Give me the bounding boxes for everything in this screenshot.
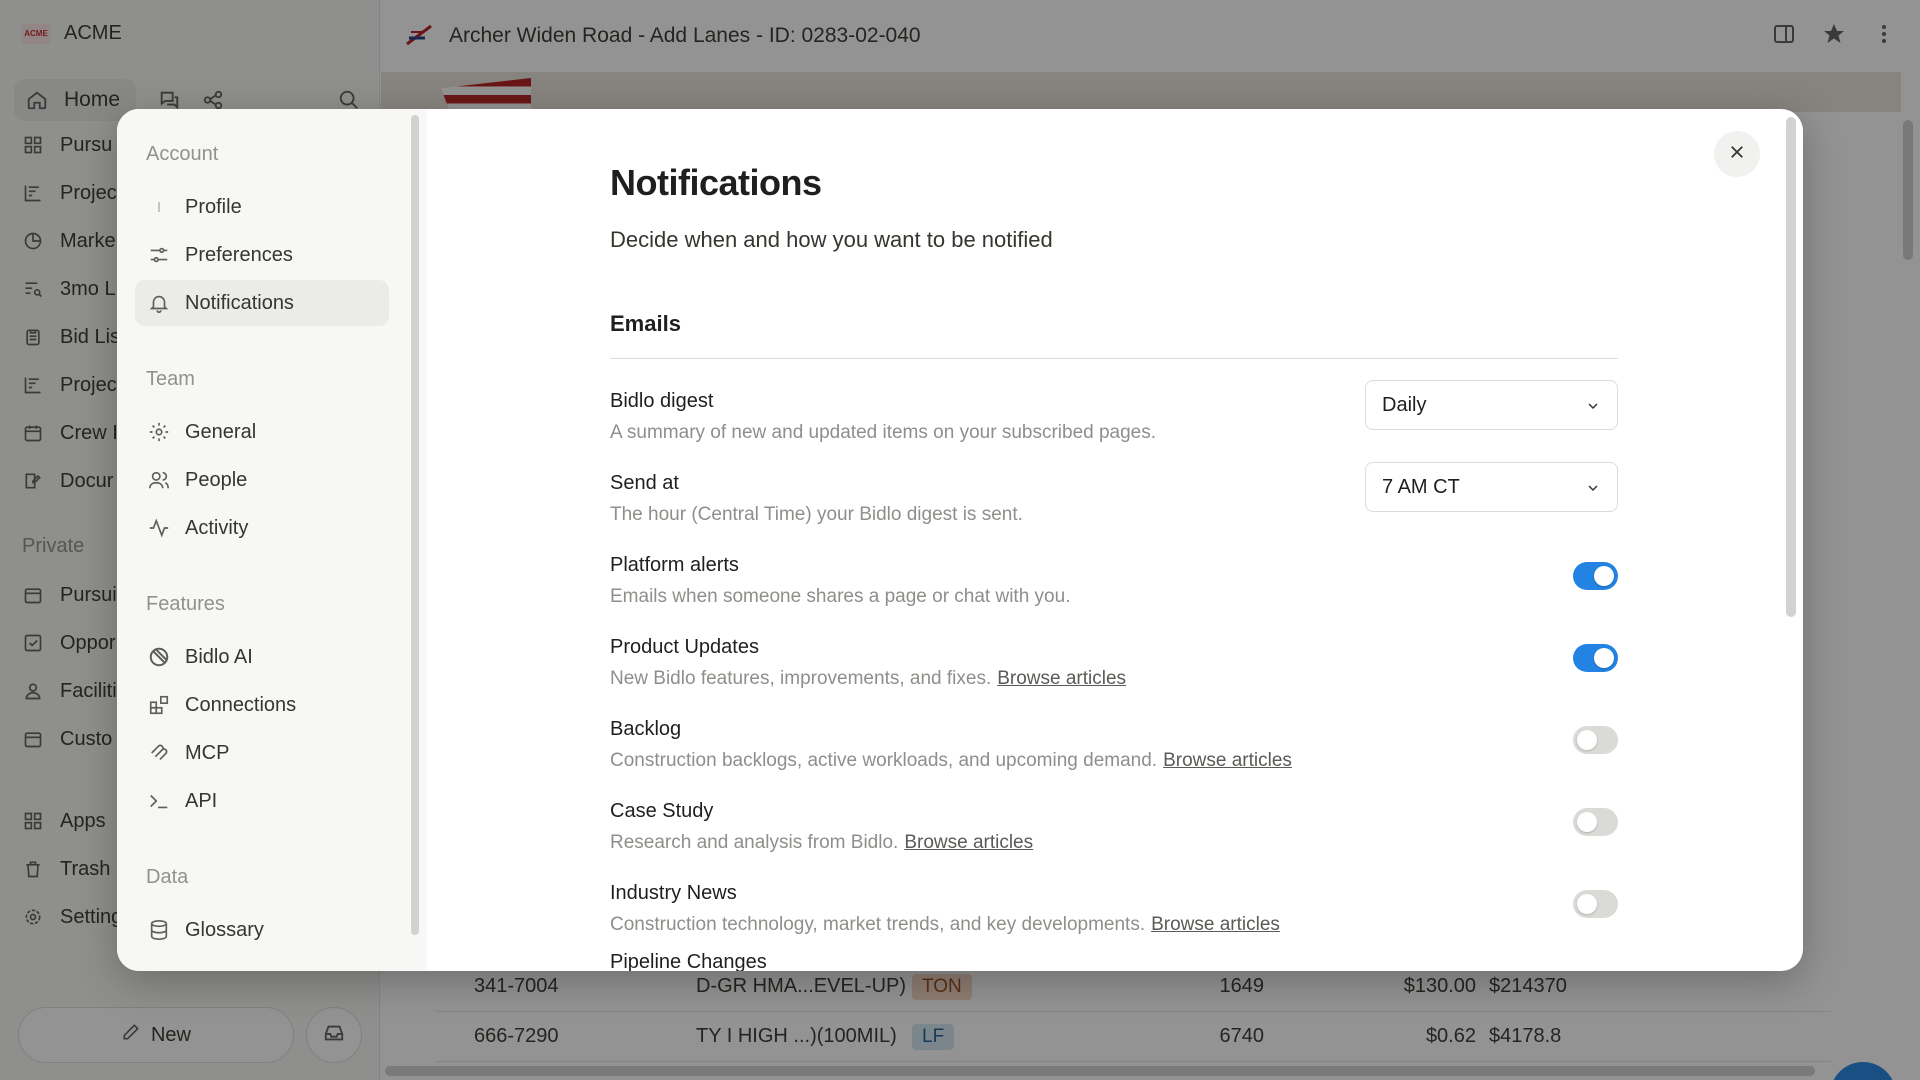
- browse-articles-link[interactable]: Browse articles: [904, 832, 1033, 853]
- close-modal-button[interactable]: [1714, 131, 1760, 177]
- industry-news-toggle[interactable]: [1573, 890, 1618, 918]
- section-heading-emails: Emails: [610, 311, 681, 336]
- case-study-toggle[interactable]: [1573, 808, 1618, 836]
- settings-nav-label: Preferences: [185, 243, 293, 266]
- digest-frequency-select[interactable]: Daily: [1365, 380, 1618, 430]
- toggle-knob: [1577, 812, 1597, 832]
- settings-nav-label: General: [185, 420, 257, 443]
- settings-nav-label: Bidlo AI: [185, 645, 253, 668]
- setting-description: Construction technology, market trends, …: [610, 914, 1146, 935]
- terminal-icon: [147, 789, 171, 813]
- setting-label-pipeline-changes: Pipeline Changes: [610, 951, 767, 971]
- settings-nav-label: API: [185, 789, 218, 812]
- setting-industry-news: Industry News Construction technology, m…: [610, 882, 1618, 952]
- settings-nav-bidlo-ai[interactable]: Bidlo AI: [135, 634, 389, 680]
- setting-description: The hour (Central Time) your Bidlo diges…: [610, 504, 1023, 525]
- settings-nav-general[interactable]: General: [135, 409, 389, 455]
- select-value: Daily: [1382, 393, 1427, 416]
- page-title: Notifications: [610, 162, 822, 203]
- bell-icon: [147, 291, 171, 315]
- settings-section-features: Features: [146, 593, 225, 615]
- setting-description-row: Construction technology, market trends, …: [610, 914, 1280, 936]
- settings-nav-label: Glossary: [185, 918, 264, 941]
- settings-nav-label: Activity: [185, 516, 249, 539]
- chevron-down-icon: [1585, 397, 1601, 420]
- settings-nav-mcp[interactable]: MCP: [135, 730, 389, 776]
- setting-label: Backlog: [610, 718, 682, 740]
- setting-label: Industry News: [610, 882, 737, 904]
- settings-nav-label: People: [185, 468, 248, 491]
- settings-nav-scrollbar[interactable]: [411, 115, 419, 935]
- database-icon: [147, 918, 171, 942]
- settings-section-account: Account: [146, 143, 219, 165]
- page-subtitle: Decide when and how you want to be notif…: [610, 227, 1053, 252]
- ai-icon: [147, 645, 171, 669]
- setting-label: Bidlo digest: [610, 390, 714, 412]
- setting-description: New Bidlo features, improvements, and fi…: [610, 668, 992, 689]
- browse-articles-link[interactable]: Browse articles: [1163, 750, 1292, 771]
- toggle-knob: [1594, 648, 1614, 668]
- browse-articles-link[interactable]: Browse articles: [1151, 914, 1280, 935]
- setting-product-updates: Product Updates New Bidlo features, impr…: [610, 636, 1618, 706]
- settings-nav: Account Profile Preferences Notification…: [117, 109, 427, 971]
- content-scrollbar[interactable]: [1786, 117, 1796, 617]
- settings-nav-people[interactable]: People: [135, 457, 389, 503]
- settings-nav-connections[interactable]: Connections: [135, 682, 389, 728]
- settings-modal: Account Profile Preferences Notification…: [117, 109, 1803, 971]
- settings-nav-api[interactable]: API: [135, 778, 389, 824]
- setting-description-row: New Bidlo features, improvements, and fi…: [610, 668, 1126, 690]
- setting-description: Research and analysis from Bidlo.: [610, 832, 899, 853]
- setting-description-row: Research and analysis from Bidlo. Browse …: [610, 832, 1033, 854]
- settings-nav-preferences[interactable]: Preferences: [135, 232, 389, 278]
- setting-description: A summary of new and updated items on yo…: [610, 422, 1157, 443]
- chevron-down-icon: [1585, 479, 1601, 502]
- setting-label: Case Study: [610, 800, 714, 822]
- profile-icon: [147, 195, 171, 219]
- settings-section-team: Team: [146, 368, 195, 390]
- people-icon: [147, 468, 171, 492]
- settings-nav-label: Connections: [185, 693, 297, 716]
- settings-section-data: Data: [146, 866, 189, 888]
- settings-nav-label: Profile: [185, 195, 242, 218]
- settings-nav-profile[interactable]: Profile: [135, 184, 389, 230]
- setting-description: Emails when someone shares a page or cha…: [610, 586, 1071, 607]
- platform-alerts-toggle[interactable]: [1573, 562, 1618, 590]
- settings-nav-glossary[interactable]: Glossary: [135, 907, 389, 953]
- setting-label: Platform alerts: [610, 554, 739, 576]
- setting-platform-alerts: Platform alerts Emails when someone shar…: [610, 554, 1618, 624]
- browse-articles-link[interactable]: Browse articles: [997, 668, 1126, 689]
- setting-description: Construction backlogs, active workloads,…: [610, 750, 1158, 771]
- toggle-knob: [1594, 566, 1614, 586]
- section-divider: [610, 358, 1618, 359]
- sliders-icon: [147, 243, 171, 267]
- setting-backlog: Backlog Construction backlogs, active wo…: [610, 718, 1618, 788]
- send-time-select[interactable]: 7 AM CT: [1365, 462, 1618, 512]
- settings-nav-label: Notifications: [185, 291, 294, 314]
- mcp-icon: [147, 741, 171, 765]
- settings-nav-activity[interactable]: Activity: [135, 505, 389, 551]
- setting-bidlo-digest: Bidlo digest A summary of new and update…: [610, 380, 1618, 460]
- toggle-knob: [1577, 730, 1597, 750]
- setting-label: Product Updates: [610, 636, 759, 658]
- close-icon: [1728, 143, 1746, 166]
- activity-icon: [147, 516, 171, 540]
- select-value: 7 AM CT: [1382, 475, 1460, 498]
- gear-icon: [147, 420, 171, 444]
- backlog-toggle[interactable]: [1573, 726, 1618, 754]
- settings-nav-notifications[interactable]: Notifications: [135, 280, 389, 326]
- connections-icon: [147, 693, 171, 717]
- setting-case-study: Case Study Research and analysis from Bi…: [610, 800, 1618, 870]
- setting-send-at: Send at The hour (Central Time) your Bid…: [610, 462, 1618, 542]
- toggle-knob: [1577, 894, 1597, 914]
- product-updates-toggle[interactable]: [1573, 644, 1618, 672]
- setting-description-row: Construction backlogs, active workloads,…: [610, 750, 1292, 772]
- setting-label: Send at: [610, 472, 679, 494]
- settings-nav-label: MCP: [185, 741, 230, 764]
